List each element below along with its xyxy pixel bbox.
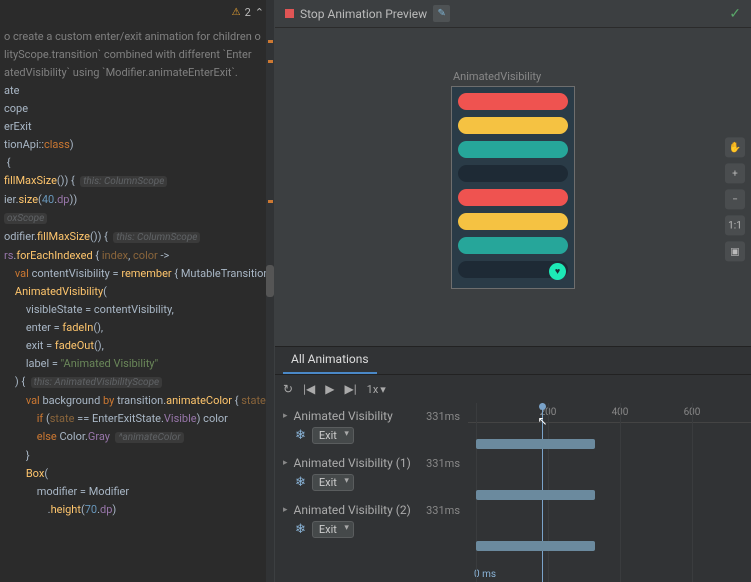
animation-track: ▸ Animated Visibility (1) 331ms ❄ Exit xyxy=(275,450,468,497)
preview-bar xyxy=(458,189,568,206)
fab-heart-icon: ♥ xyxy=(549,263,566,280)
animation-track: ▸ Animated Visibility 331ms ❄ Exit xyxy=(275,403,468,450)
timeline-track-bar[interactable] xyxy=(476,439,595,449)
zoom-in-icon[interactable]: + xyxy=(725,163,745,183)
track-label: Animated Visibility (2) xyxy=(294,503,421,517)
timeline-track-bar[interactable] xyxy=(476,490,595,500)
code-text[interactable]: o create a custom enter/exit animation f… xyxy=(0,28,274,582)
preview-canvas[interactable]: AnimatedVisibility ♥ ✋ + − 1:1 ▣ xyxy=(275,28,751,346)
animation-track: ▸ Animated Visibility (2) 331ms ❄ Exit xyxy=(275,497,468,544)
preview-bar xyxy=(458,237,568,254)
track-state-select[interactable]: Exit xyxy=(312,474,354,491)
preview-toolbar: Stop Animation Preview ✎ ✓ xyxy=(275,0,751,28)
track-duration: 331ms xyxy=(426,504,460,517)
speed-selector[interactable]: 1x▾ xyxy=(367,383,386,396)
preview-bar xyxy=(458,93,568,110)
freeze-icon[interactable]: ❄ xyxy=(295,522,306,537)
animation-track-list: ▸ Animated Visibility 331ms ❄ Exit ▸ Animated … xyxy=(275,403,468,582)
animation-panel: All Animations ↻ |◀ ▶ ▶| 1x▾ ▸ Animated V… xyxy=(275,346,751,582)
timeline-track-bar[interactable] xyxy=(476,541,595,551)
loop-icon[interactable]: ↻ xyxy=(283,382,293,396)
preview-toolbar-title: Stop Animation Preview xyxy=(300,7,427,21)
warning-icon: ⚠ xyxy=(232,7,241,18)
preview-frame-label: AnimatedVisibility xyxy=(453,70,541,83)
editor-status-bar: ⚠ 2 ⌃ xyxy=(232,6,264,19)
cursor-icon: ↖ xyxy=(538,414,548,428)
caret-icon[interactable]: ⌃ xyxy=(255,6,264,19)
code-editor-pane[interactable]: ⚠ 2 ⌃ o create a custom enter/exit anima… xyxy=(0,0,275,582)
frame-fit-icon[interactable]: ▣ xyxy=(725,241,745,261)
track-state-select[interactable]: Exit xyxy=(312,427,354,444)
canvas-tool-strip: ✋ + − 1:1 ▣ xyxy=(725,137,745,261)
preview-bar xyxy=(458,117,568,134)
preview-bar xyxy=(458,213,568,230)
freeze-icon[interactable]: ❄ xyxy=(295,475,306,490)
go-start-icon[interactable]: |◀ xyxy=(303,382,315,396)
preview-bar xyxy=(458,165,568,182)
pan-tool-icon[interactable]: ✋ xyxy=(725,137,745,157)
timeline-current-time: 0 ms xyxy=(474,569,496,580)
track-label: Animated Visibility xyxy=(294,409,421,423)
tab-all-animations[interactable]: All Animations xyxy=(283,346,377,374)
edit-icon[interactable]: ✎ xyxy=(433,5,450,22)
chevron-right-icon[interactable]: ▸ xyxy=(283,411,288,421)
zoom-reset-icon[interactable]: 1:1 xyxy=(725,215,745,235)
animation-timeline[interactable]: 2004006008001000 0 ms ↖ xyxy=(468,403,751,582)
timeline-ruler[interactable]: 2004006008001000 xyxy=(468,403,751,423)
track-state-select[interactable]: Exit xyxy=(312,521,354,538)
editor-scrollbar[interactable] xyxy=(266,0,274,582)
preview-bar xyxy=(458,141,568,158)
warning-count: 2 xyxy=(245,6,251,19)
track-duration: 331ms xyxy=(426,457,460,470)
play-icon[interactable]: ▶ xyxy=(325,382,334,396)
device-preview: ♥ xyxy=(451,86,575,289)
freeze-icon[interactable]: ❄ xyxy=(295,428,306,443)
track-duration: 331ms xyxy=(426,410,460,423)
chevron-right-icon[interactable]: ▸ xyxy=(283,458,288,468)
chevron-right-icon[interactable]: ▸ xyxy=(283,505,288,515)
animation-tabs: All Animations xyxy=(275,347,751,375)
stop-icon[interactable] xyxy=(285,9,294,18)
scrollbar-thumb[interactable] xyxy=(266,265,274,297)
go-end-icon[interactable]: ▶| xyxy=(344,382,356,396)
check-icon: ✓ xyxy=(729,6,741,22)
animation-controls: ↻ |◀ ▶ ▶| 1x▾ xyxy=(275,375,751,403)
zoom-out-icon[interactable]: − xyxy=(725,189,745,209)
track-label: Animated Visibility (1) xyxy=(294,456,421,470)
